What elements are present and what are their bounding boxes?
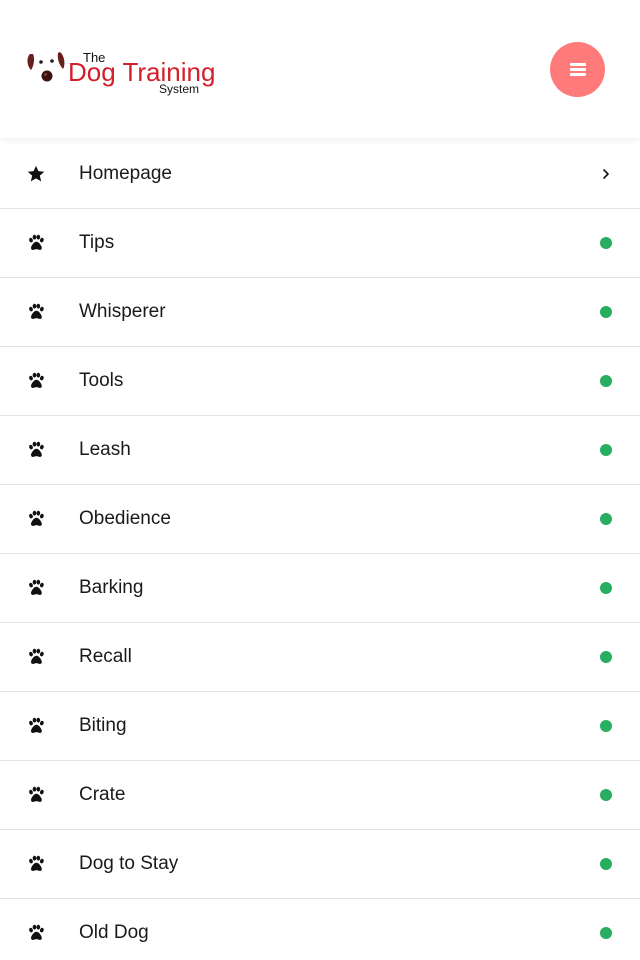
nav-item-leash[interactable]: Leash [0,416,640,485]
paw-icon [26,647,46,667]
nav-item-tips[interactable]: Tips [0,209,640,278]
paw-icon [26,854,46,874]
dog-face-logo-icon: The Dog Training System [27,50,215,96]
status-dot [600,306,612,318]
status-dot [600,513,612,525]
nav-item-label: Old Dog [79,922,149,943]
paw-icon [26,578,46,598]
status-dot [600,789,612,801]
nav-item-barking[interactable]: Barking [0,554,640,623]
nav-item-label: Dog to Stay [79,853,179,874]
status-dot [600,582,612,594]
paw-icon [26,233,46,253]
nav-item-label: Leash [79,439,131,460]
chevron-right-icon [600,168,612,180]
status-dot [600,720,612,732]
logo-text-system: System [159,82,199,96]
status-dot [600,927,612,939]
paw-icon [26,440,46,460]
nav-item-dog-to-stay[interactable]: Dog to Stay [0,830,640,899]
nav-item-label: Obedience [79,508,171,529]
nav-item-old-dog[interactable]: Old Dog [0,899,640,960]
status-dot [600,444,612,456]
nav-item-label: Tips [79,232,115,253]
nav-item-recall[interactable]: Recall [0,623,640,692]
star-icon [26,164,46,184]
nav-item-crate[interactable]: Crate [0,761,640,830]
paw-icon [26,923,46,943]
paw-icon [26,302,46,322]
nav-item-label: Tools [79,370,124,391]
nav-item-tools[interactable]: Tools [0,347,640,416]
menu-toggle-button[interactable] [550,42,605,97]
nav-item-label: Recall [79,646,132,667]
nav-item-label: Homepage [79,163,172,184]
status-dot [600,375,612,387]
nav-item-biting[interactable]: Biting [0,692,640,761]
nav-item-label: Barking [79,577,144,598]
paw-icon [26,716,46,736]
nav-item-homepage[interactable]: Homepage [0,140,640,209]
nav-item-whisperer[interactable]: Whisperer [0,278,640,347]
site-logo[interactable]: The Dog Training System [26,48,226,98]
hamburger-icon [569,63,586,76]
status-dot [600,651,612,663]
nav-item-label: Biting [79,715,127,736]
nav-item-obedience[interactable]: Obedience [0,485,640,554]
nav-item-label: Whisperer [79,301,166,322]
status-dot [600,237,612,249]
nav-item-label: Crate [79,784,126,805]
site-header: The Dog Training System [0,0,640,138]
paw-icon [26,785,46,805]
main-navigation: Homepage Tips Whisperer Tools Leash Obedience… [0,140,640,960]
paw-icon [26,371,46,391]
status-dot [600,858,612,870]
paw-icon [26,509,46,529]
